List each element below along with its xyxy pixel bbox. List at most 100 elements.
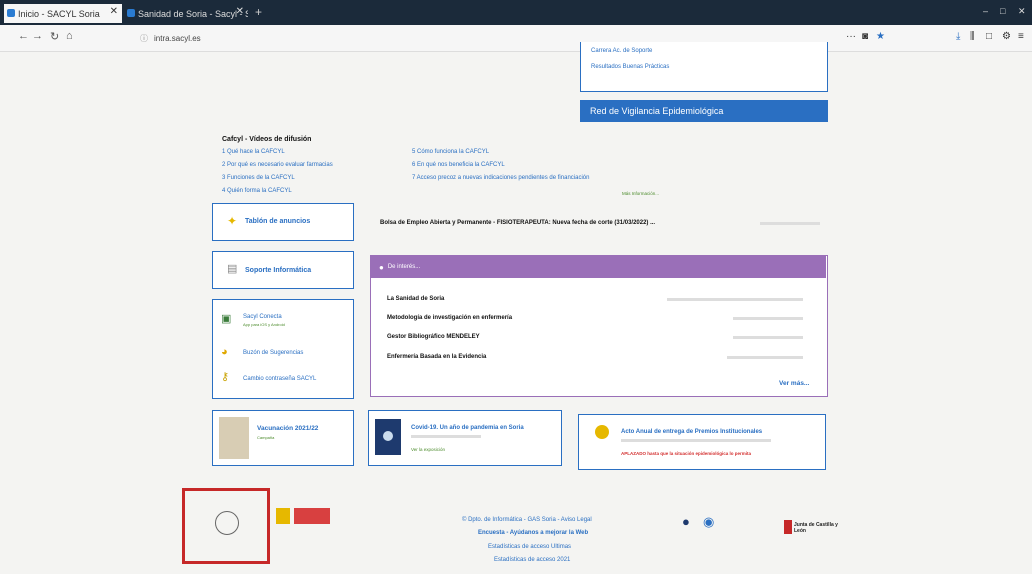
download-icon[interactable]: ⤓ xyxy=(956,31,960,42)
tab-label: Sanidad de Soria - Sacyl - Soria xyxy=(138,8,248,19)
flag-icon xyxy=(276,508,290,524)
interes-item-2[interactable]: Metodología de investigación en enfermer… xyxy=(387,315,512,321)
cafcyl-link-4[interactable]: 4 Quién forma la CAFCYL xyxy=(222,188,292,194)
junta-label[interactable]: Junta de Castilla y León xyxy=(794,522,840,534)
info-icon: ● xyxy=(379,262,384,272)
maximize-icon[interactable]: □ xyxy=(1000,6,1005,16)
interes-item-3[interactable]: Gestor Bibliográfico MENDELEY xyxy=(387,334,480,340)
page-info-icon: ⓘ xyxy=(140,33,148,43)
tab-inicio[interactable]: Inicio - SACYL Soria ✕ xyxy=(4,4,122,23)
de-interes-panel: ● De interés... La Sanidad de Soria Meto… xyxy=(370,255,828,397)
close-window-icon[interactable]: ✕ xyxy=(1018,6,1026,17)
vacunacion-card[interactable]: Vacunación 2021/22 Campaña xyxy=(212,410,354,466)
highlight-box xyxy=(182,488,270,564)
interes-item-4[interactable]: Enfermería Basada en la Evidencia xyxy=(387,354,486,360)
cafcyl-title: Cafcyl - Vídeos de difusión xyxy=(222,136,312,143)
bolsa-empleo-link[interactable]: Bolsa de Empleo Abierta y Permanente - F… xyxy=(380,220,655,226)
menu-icon[interactable]: ≡ xyxy=(1018,31,1024,42)
de-interes-title: De interés... xyxy=(387,264,421,270)
more-actions-icon[interactable]: ··· xyxy=(846,31,856,42)
cafcyl-link-1[interactable]: 1 Qué hace la CAFCYL xyxy=(222,149,285,155)
cafcyl-link-2[interactable]: 2 Por qué es necesario evaluar farmacias xyxy=(222,162,333,168)
medal-icon xyxy=(595,425,609,439)
address-bar-row: ← → ↻ ⌂ ⓘ intra.sacyl.es ··· ◙ ★ ⤓ ⫼ □ ⚙… xyxy=(0,25,1032,52)
interes-desc-4 xyxy=(727,356,803,359)
cafcyl-link-6[interactable]: 6 En qué nos beneficia la CAFCYL xyxy=(412,162,505,168)
stats-link-1[interactable]: Estadísticas de acceso Ultimas xyxy=(488,544,571,550)
sacyl-conecta-sub: App para iOS y Android xyxy=(243,322,285,327)
sponsor-logos xyxy=(276,508,334,524)
mailbox-icon: ◕ xyxy=(221,346,228,358)
favicon-icon xyxy=(127,9,135,17)
key-icon: ⚷ xyxy=(221,371,230,383)
tablon-label: Tablón de anuncios xyxy=(245,218,311,225)
top-links-box: Carrera Ac. de Soporte Resultados Buenas… xyxy=(580,42,828,92)
bookmark-star-icon[interactable]: ★ xyxy=(876,31,885,42)
covid-desc xyxy=(411,435,481,438)
interes-item-1[interactable]: La Sanidad de Soria xyxy=(387,296,444,302)
aviso-legal-link[interactable]: Aviso Legal xyxy=(561,517,592,523)
logo-seal-icon[interactable] xyxy=(215,511,239,535)
pocket-icon[interactable]: ◙ xyxy=(862,31,868,42)
de-interes-header: ● De interés... xyxy=(371,256,826,278)
library-icon[interactable]: ⫼ xyxy=(970,31,975,42)
interes-desc-2 xyxy=(733,317,803,320)
cafcyl-link-3[interactable]: 3 Funciones de la CAFCYL xyxy=(222,175,295,181)
tab-sanidad[interactable]: Sanidad de Soria - Sacyl - Soria ✕ xyxy=(124,4,248,23)
soporte-label: Soporte Informática xyxy=(245,267,312,274)
forward-icon[interactable]: → xyxy=(32,30,43,42)
home-icon[interactable]: ⌂ xyxy=(66,30,73,42)
covid-title: Covid-19. Un año de pandemia en Soria xyxy=(411,425,524,431)
covid-figure-icon xyxy=(383,431,393,441)
tab-label: Inicio - SACYL Soria xyxy=(18,8,100,19)
encuesta-link[interactable]: Encuesta - Ayúdanos a mejorar la Web xyxy=(478,530,588,536)
top-link-b[interactable]: Resultados Buenas Prácticas xyxy=(591,64,669,70)
new-tab-icon[interactable]: + xyxy=(255,5,262,19)
cambio-contrasena-link[interactable]: Cambio contraseña SACYL xyxy=(243,376,316,382)
sacyl-conecta-icon: ▣ xyxy=(221,313,232,325)
reload-icon[interactable]: ↻ xyxy=(50,30,59,43)
minimize-icon[interactable]: – xyxy=(983,6,988,16)
copyright-text: © Dpto. de Informática - GAS Soria - xyxy=(462,517,561,523)
soporte-informatica-button[interactable]: ▤ Soporte Informática xyxy=(212,251,354,289)
support-icon: ▤ xyxy=(227,263,238,275)
twitter-icon[interactable]: ◉ xyxy=(703,514,714,530)
ver-mas-link[interactable]: Ver más... xyxy=(779,380,809,387)
quick-links-box: ▣ Sacyl Conecta App para iOS y Android ◕… xyxy=(212,299,354,399)
acto-desc xyxy=(621,439,771,442)
red-vigilancia-button[interactable]: Red de Vigilancia Epidemiológica xyxy=(580,100,828,122)
vacunacion-title: Vacunación 2021/22 xyxy=(257,425,319,432)
cafcyl-link-5[interactable]: 5 Cómo funciona la CAFCYL xyxy=(412,149,489,155)
covid-image xyxy=(375,419,401,455)
junta-logo-icon xyxy=(784,520,792,534)
ministry-logo xyxy=(294,508,330,524)
close-tab-icon[interactable]: ✕ xyxy=(110,6,118,17)
browser-tab-bar: Inicio - SACYL Soria ✕ Sanidad de Soria … xyxy=(0,0,1032,25)
acto-premios-card[interactable]: Acto Anual de entrega de Premios Institu… xyxy=(578,414,826,470)
stats-link-2[interactable]: Estadísticas de acceso 2021 xyxy=(494,557,570,563)
favicon-icon xyxy=(7,9,15,17)
interes-desc-1 xyxy=(667,298,803,301)
bolsa-date-text xyxy=(760,222,820,225)
cafcyl-more-link[interactable]: Más Información... xyxy=(622,191,659,196)
top-link-a[interactable]: Carrera Ac. de Soporte xyxy=(591,48,652,54)
extension-icon[interactable]: ⚙ xyxy=(1002,31,1011,42)
back-icon[interactable]: ← xyxy=(18,30,29,42)
covid-card[interactable]: Covid-19. Un año de pandemia en Soria Ve… xyxy=(368,410,562,466)
covid-sub: Ver la exposición xyxy=(411,447,446,452)
acto-notice: APLAZADO hasta que la situación epidemio… xyxy=(621,451,752,456)
vacunacion-sub: Campaña xyxy=(257,435,275,440)
url-text: intra.sacyl.es xyxy=(154,33,201,43)
buzon-sugerencias-link[interactable]: Buzón de Sugerencias xyxy=(243,350,303,356)
footer-line-1: © Dpto. de Informática - GAS Soria - Avi… xyxy=(462,517,592,523)
interes-desc-3 xyxy=(733,336,803,339)
tablon-anuncios-button[interactable]: ✦ Tablón de anuncios xyxy=(212,203,354,241)
pin-icon: ✦ xyxy=(227,214,238,228)
facebook-icon[interactable]: ● xyxy=(682,514,690,529)
vacunacion-image xyxy=(219,417,249,459)
red-vigilancia-label: Red de Vigilancia Epidemiológica xyxy=(590,106,724,116)
close-tab-icon[interactable]: ✕ xyxy=(236,6,244,17)
cafcyl-link-7[interactable]: 7 Acceso precoz a nuevas indicaciones pe… xyxy=(412,175,589,181)
sacyl-conecta-link[interactable]: Sacyl Conecta xyxy=(243,314,282,320)
sidebar-icon[interactable]: □ xyxy=(986,31,992,42)
